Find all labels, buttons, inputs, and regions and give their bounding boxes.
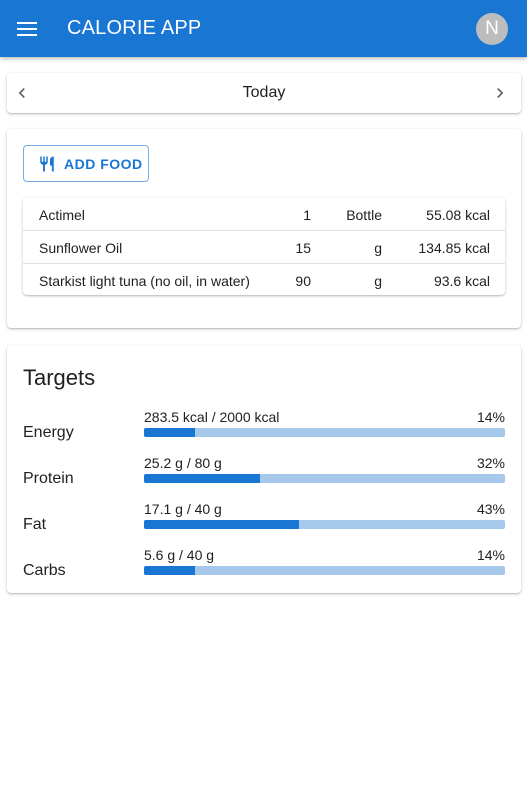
target-energy: Energy 283.5 kcal / 2000 kcal 14% [7,409,521,455]
food-energy: 93.6 kcal [433,273,490,289]
target-percent: 14% [476,547,505,563]
progress-fill [144,428,195,437]
target-percent: 43% [476,501,505,517]
target-percent: 32% [476,455,505,471]
app-title: CALORIE APP [67,17,202,39]
date-label: Today [242,84,286,101]
target-percent: 14% [476,409,505,425]
food-row[interactable]: Starkist light tuna (no oil, in water) 9… [23,264,505,297]
food-name: Sunflower Oil [39,240,123,256]
food-unit: g [374,273,382,289]
menu-icon[interactable] [17,21,37,37]
food-quantity: 15 [295,240,311,256]
food-quantity: 90 [295,273,311,289]
add-food-label: ADD FOOD [64,156,143,172]
progress-fill [144,566,195,575]
food-energy: 55.08 kcal [426,207,490,223]
target-protein: Protein 25.2 g / 80 g 32% [7,455,521,501]
progress-fill [144,520,300,529]
food-log-card: ADD FOOD Actimel 1 Bottle 55.08 kcal Sun… [7,129,521,328]
progress-bar [144,474,505,483]
target-value: 283.5 kcal / 2000 kcal [144,409,280,425]
progress-bar [144,428,505,437]
targets-title: Targets [23,365,96,390]
progress-bar [144,566,505,575]
food-name: Starkist light tuna (no oil, in water) [39,273,250,289]
add-food-button[interactable]: ADD FOOD [23,145,149,182]
progress-fill [144,474,260,483]
target-value: 5.6 g / 40 g [144,547,215,563]
chevron-right-icon[interactable] [490,83,510,103]
targets-card: Targets Energy 283.5 kcal / 2000 kcal 14… [7,346,521,593]
avatar[interactable]: N [476,13,508,45]
target-carbs: Carbs 5.6 g / 40 g 14% [7,547,521,593]
target-value: 17.1 g / 40 g [144,501,222,517]
food-energy: 134.85 kcal [418,240,490,256]
target-label: Carbs [23,562,66,579]
food-unit: Bottle [346,207,382,223]
restaurant-icon [40,156,54,172]
target-label: Fat [23,516,47,533]
food-quantity: 1 [303,207,311,223]
target-fat: Fat 17.1 g / 40 g 43% [7,501,521,547]
food-row[interactable]: Sunflower Oil 15 g 134.85 kcal [23,231,505,264]
target-label: Protein [23,470,74,487]
target-label: Energy [23,424,74,441]
date-navigator: Today [7,73,521,113]
food-log-table: Actimel 1 Bottle 55.08 kcal Sunflower Oi… [23,198,505,295]
target-value: 25.2 g / 80 g [144,455,222,471]
food-row[interactable]: Actimel 1 Bottle 55.08 kcal [23,198,505,231]
progress-bar [144,520,505,529]
app-bar: CALORIE APP N [0,0,527,57]
food-name: Actimel [39,207,85,223]
food-unit: g [374,240,382,256]
